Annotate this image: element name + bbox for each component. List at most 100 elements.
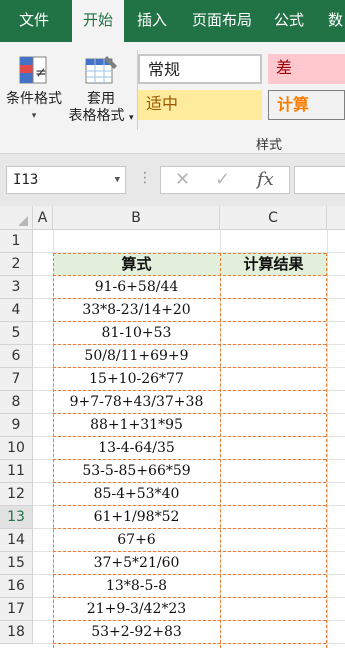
row-header[interactable]: 9 (0, 414, 33, 437)
gridline (327, 230, 328, 648)
cell-c[interactable] (220, 299, 327, 322)
conditional-format-icon: ≠ (19, 56, 47, 84)
worksheet: A B C 1 2 算式 计算结果 3 91-6+58/44 4 33*8-23/14+20 5… (0, 206, 345, 648)
select-all-corner[interactable] (0, 206, 33, 230)
cell-c[interactable] (220, 368, 327, 391)
row-header[interactable]: 3 (0, 276, 33, 299)
format-as-table-label-2: 表格格式 (68, 108, 125, 124)
cell-c[interactable] (220, 345, 327, 368)
row-header[interactable]: 15 (0, 552, 33, 575)
cell-c[interactable] (220, 391, 327, 414)
table-border (220, 253, 221, 648)
table-border (53, 643, 326, 644)
select-all-triangle-icon (18, 216, 28, 226)
cell-b[interactable]: 85-4+53*40 (53, 483, 220, 506)
column-header-b[interactable]: B (53, 206, 220, 230)
style-neutral[interactable]: 适中 (138, 90, 262, 120)
row-header[interactable]: 2 (0, 253, 33, 276)
formula-input[interactable] (294, 166, 345, 194)
row-header[interactable]: 13 (0, 506, 33, 529)
svg-text:≠: ≠ (35, 65, 47, 81)
row-header[interactable]: 10 (0, 437, 33, 460)
formula-bar-grip[interactable]: ⋮ (138, 170, 152, 186)
cell-styles-gallery: 常规 差 适中 计算 (138, 52, 345, 126)
format-as-table-button[interactable]: 套用 表格格式 ▾ (66, 54, 136, 127)
row-header[interactable]: 17 (0, 598, 33, 621)
cell-b[interactable]: 9+7-78+43/37+38 (53, 391, 220, 414)
cell-b[interactable]: 37+5*21/60 (53, 552, 220, 575)
cell-c[interactable] (220, 598, 327, 621)
cell-b[interactable]: 13-4-64/35 (53, 437, 220, 460)
row-header[interactable]: 16 (0, 575, 33, 598)
cell-c[interactable] (220, 529, 327, 552)
close-icon[interactable]: ✕ (175, 169, 190, 190)
row-header[interactable]: 5 (0, 322, 33, 345)
cell-b[interactable]: 53-5-85+66*59 (53, 460, 220, 483)
chevron-down-icon[interactable]: ▼ (115, 167, 120, 193)
tab-insert[interactable]: 插入 (124, 0, 180, 42)
column-header-c[interactable]: C (220, 206, 327, 230)
cell-c[interactable] (220, 322, 327, 345)
cell-b[interactable]: 88+1+31*95 (53, 414, 220, 437)
ribbon-home: ≠ 条件格式 ▾ 套用 表格格式 ▾ 常规 差 适中 计算 样式 (0, 42, 345, 154)
cell-c[interactable] (220, 575, 327, 598)
cell-b[interactable] (53, 230, 220, 253)
column-header-a[interactable]: A (33, 206, 53, 230)
conditional-format-button[interactable]: ≠ 条件格式 ▾ (2, 54, 66, 125)
cell-c[interactable] (220, 460, 327, 483)
cell-b[interactable]: 13*8-5-8 (53, 575, 220, 598)
row-header[interactable]: 6 (0, 345, 33, 368)
row-header[interactable]: 1 (0, 230, 33, 253)
cell-c[interactable] (220, 621, 327, 644)
column-header-d[interactable] (327, 206, 345, 230)
table-border (326, 253, 327, 648)
tab-home[interactable]: 开始 (72, 0, 124, 42)
cell-c[interactable] (220, 506, 327, 529)
table-border (53, 253, 54, 648)
ribbon-tab-bar: 文件 开始 插入 页面布局 公式 数 (0, 0, 345, 42)
formula-bar: I13 ▼ ⋮ ✕ ✓ fx (0, 154, 345, 206)
table-border (53, 253, 326, 254)
chevron-down-icon: ▾ (128, 113, 134, 123)
chevron-down-icon: ▾ (31, 111, 37, 121)
cell-b[interactable]: 61+1/98*52 (53, 506, 220, 529)
row-header[interactable]: 7 (0, 368, 33, 391)
style-calculation[interactable]: 计算 (268, 90, 345, 120)
cell-b[interactable]: 81-10+53 (53, 322, 220, 345)
cell-b[interactable]: 53+2-92+83 (53, 621, 220, 644)
format-as-table-label-1: 套用 (87, 91, 115, 107)
row-header[interactable]: 18 (0, 621, 33, 644)
name-box[interactable]: I13 ▼ (6, 166, 126, 194)
row-header[interactable]: 14 (0, 529, 33, 552)
cell-b[interactable]: 67+6 (53, 529, 220, 552)
cell-c[interactable]: 计算结果 (220, 253, 327, 276)
row-header[interactable]: 4 (0, 299, 33, 322)
format-as-table-icon (85, 56, 117, 84)
cell-b[interactable]: 15+10-26*77 (53, 368, 220, 391)
cell-c[interactable] (220, 230, 327, 253)
conditional-format-label: 条件格式 (6, 91, 62, 107)
check-icon[interactable]: ✓ (215, 169, 230, 190)
style-normal[interactable]: 常规 (138, 54, 262, 84)
row-header[interactable]: 8 (0, 391, 33, 414)
insert-function-button[interactable]: fx (257, 169, 274, 190)
tab-data[interactable]: 数 (314, 0, 345, 42)
cell-c[interactable] (220, 414, 327, 437)
cell-b[interactable]: 33*8-23/14+20 (53, 299, 220, 322)
cell-b[interactable]: 91-6+58/44 (53, 276, 220, 299)
cell-b[interactable]: 21+9-3/42*23 (53, 598, 220, 621)
styles-group-label: 样式 (256, 138, 283, 153)
row-header[interactable]: 11 (0, 460, 33, 483)
cell-c[interactable] (220, 552, 327, 575)
style-bad[interactable]: 差 (268, 54, 345, 84)
tab-formulas[interactable]: 公式 (264, 0, 314, 42)
cell-c[interactable] (220, 483, 327, 506)
tab-page-layout[interactable]: 页面布局 (180, 0, 264, 42)
cell-b[interactable]: 50/8/11+69+9 (53, 345, 220, 368)
cell-c[interactable] (220, 437, 327, 460)
formula-buttons: ✕ ✓ fx (160, 166, 290, 194)
cell-c[interactable] (220, 276, 327, 299)
cell-b[interactable]: 算式 (53, 253, 220, 276)
row-header[interactable]: 12 (0, 483, 33, 506)
tab-file[interactable]: 文件 (0, 0, 68, 42)
